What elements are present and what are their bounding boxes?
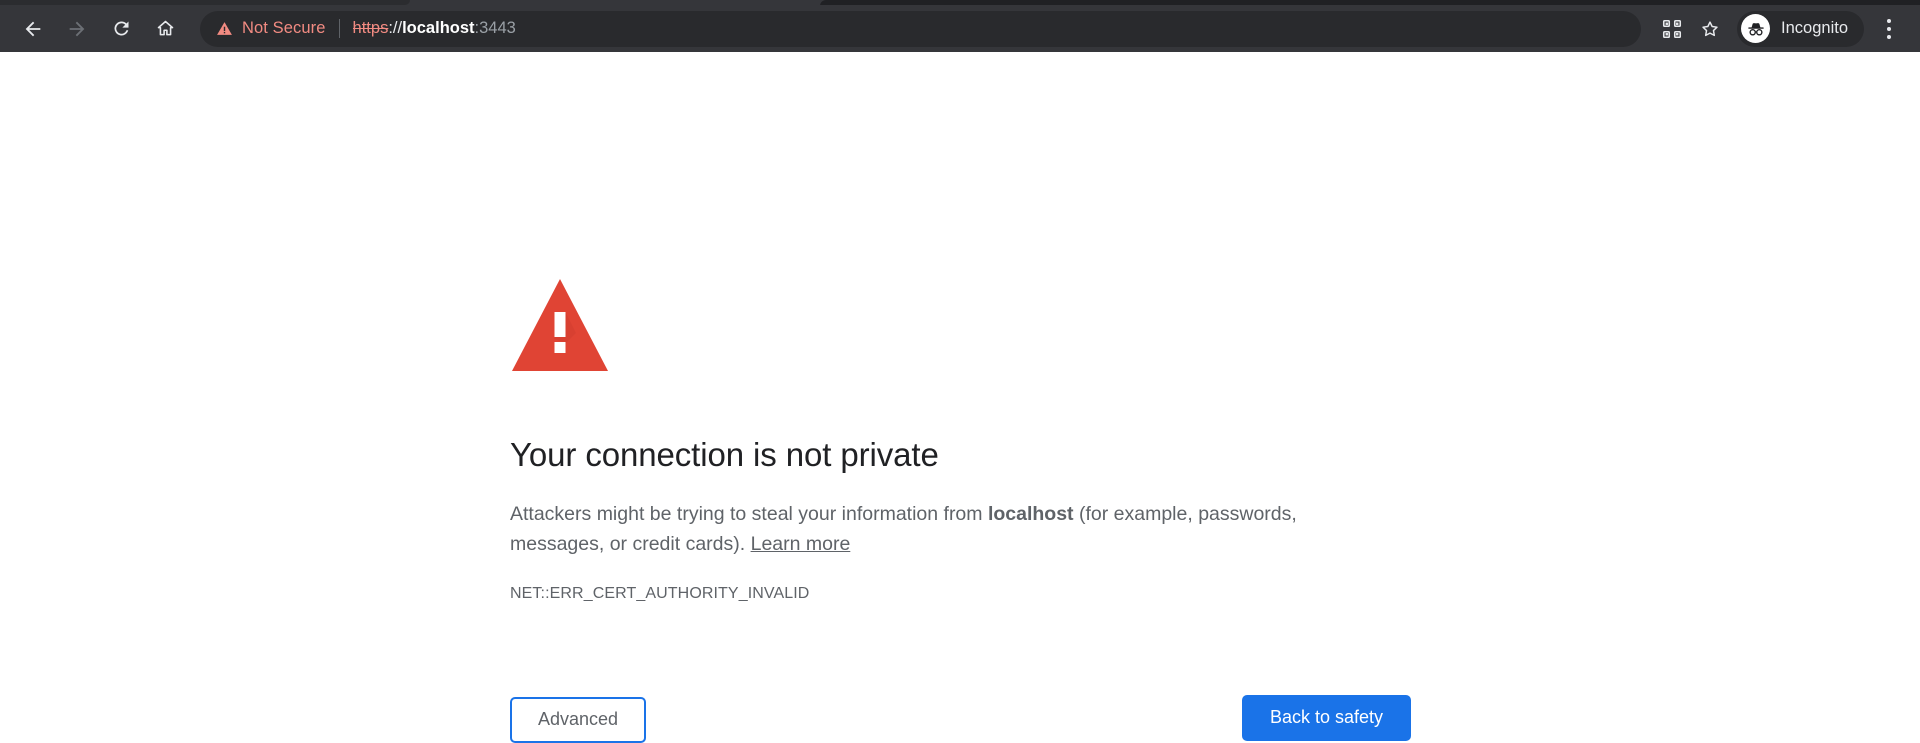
learn-more-link[interactable]: Learn more	[751, 533, 851, 555]
back-arrow-icon	[25, 21, 41, 36]
url-separator: ://	[388, 19, 403, 37]
url-scheme: https	[352, 19, 389, 37]
browser-menu-button[interactable]	[1872, 10, 1906, 48]
bookmark-button[interactable]	[1691, 10, 1729, 48]
extensions-grid-icon	[1663, 19, 1682, 38]
reload-button[interactable]	[102, 10, 140, 48]
reload-icon	[113, 21, 128, 36]
interstitial-button-row: Advanced Back to safety	[510, 695, 1411, 743]
url-port: :3443	[474, 19, 516, 37]
incognito-avatar-icon	[1747, 22, 1764, 36]
browser-toolbar: Not Secure https://localhost:3443 Incogn…	[0, 5, 1920, 52]
url-host: localhost	[402, 19, 475, 37]
back-button[interactable]	[14, 10, 52, 48]
avatar	[1741, 14, 1771, 43]
forward-button[interactable]	[58, 10, 96, 48]
not-secure-warning-icon[interactable]	[216, 20, 233, 37]
page-content: Your connection is not private Attackers…	[0, 52, 1920, 743]
not-secure-label: Not Secure	[242, 19, 326, 37]
warning-description: Attackers might be trying to steal your …	[510, 475, 1330, 559]
home-button[interactable]	[146, 10, 184, 48]
error-code: NET::ERR_CERT_AUTHORITY_INVALID	[510, 584, 810, 602]
warning-triangle-icon	[217, 22, 232, 35]
home-icon	[157, 20, 173, 36]
page-title: Your connection is not private	[510, 436, 939, 473]
url-text: https://localhost:3443	[353, 19, 516, 38]
advanced-button[interactable]: Advanced	[510, 697, 647, 743]
description-prefix: Attackers might be trying to steal your …	[510, 503, 988, 526]
address-bar[interactable]: Not Secure https://localhost:3443	[200, 10, 1642, 47]
three-dot-menu-icon	[1887, 18, 1891, 23]
profile-incognito-button[interactable]: Incognito	[1737, 10, 1864, 47]
profile-label: Incognito	[1781, 19, 1848, 37]
three-dot-menu-icon-dot2	[1887, 26, 1891, 31]
extensions-button[interactable]	[1653, 10, 1691, 48]
warning-triangle-icon	[512, 279, 608, 371]
three-dot-menu-icon-dot3	[1887, 34, 1891, 39]
toolbar-actions: Incognito	[1653, 10, 1906, 48]
ssl-interstitial: Your connection is not private Attackers…	[510, 52, 1340, 603]
description-hostname: localhost	[987, 503, 1074, 526]
forward-arrow-icon	[69, 21, 85, 36]
back-to-safety-button[interactable]: Back to safety	[1241, 695, 1411, 741]
star-icon	[1702, 20, 1718, 36]
browser-chrome: Not Secure https://localhost:3443 Incogn…	[0, 0, 1920, 52]
omnibox-divider	[338, 19, 340, 38]
